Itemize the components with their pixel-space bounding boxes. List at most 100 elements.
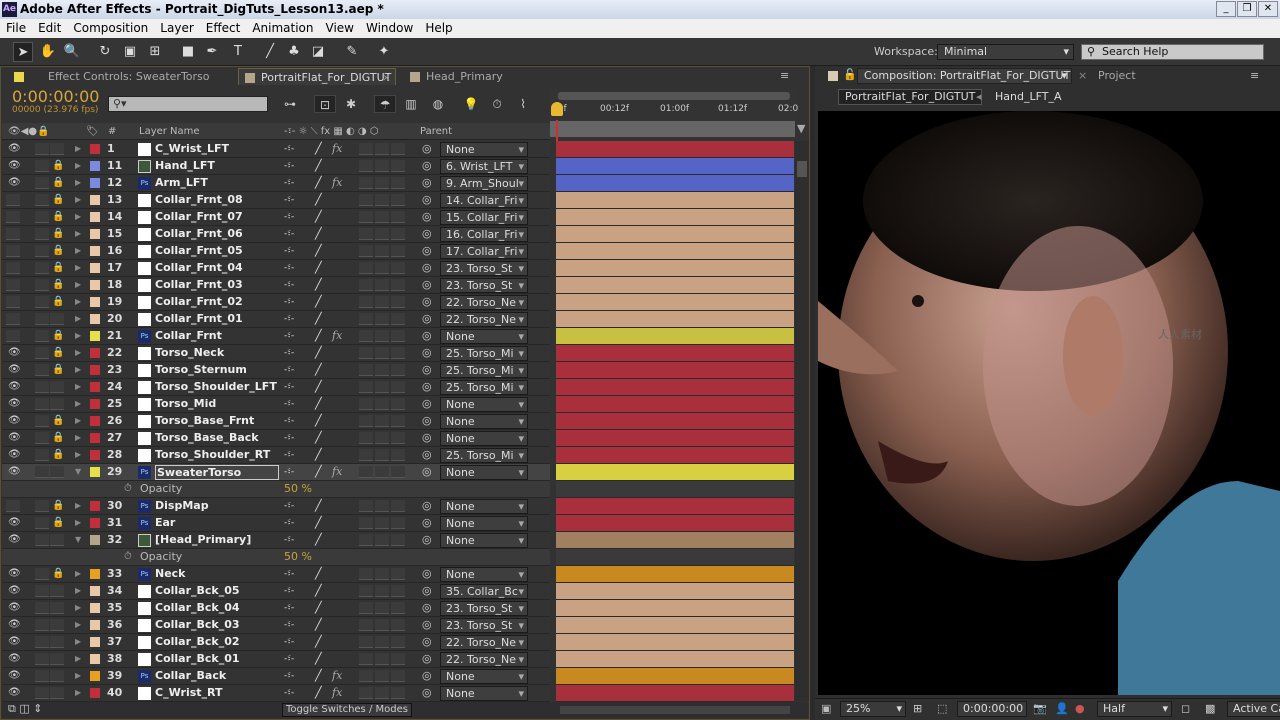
label-color[interactable] (90, 348, 100, 358)
switch-box[interactable] (391, 619, 405, 631)
layer-duration-bar[interactable] (556, 566, 794, 583)
solo-toggle[interactable] (35, 687, 49, 699)
shy-switch-icon[interactable]: -፣- (284, 566, 294, 582)
solo-toggle[interactable] (35, 262, 49, 274)
layer-row[interactable]: ▶ 20 Collar_Frnt_01 -፣- ╱ ◎ 22. Torso_Ne (2, 311, 550, 328)
eye-icon[interactable]: 👁 (8, 413, 22, 429)
layer-name[interactable]: Collar_Frnt_01 (155, 311, 279, 327)
lock-icon[interactable]: 🔒 (52, 430, 64, 446)
label-color[interactable] (90, 501, 100, 511)
parent-select[interactable]: 25. Torso_Mi (440, 380, 528, 395)
layer-name[interactable]: C_Wrist_LFT (155, 141, 279, 157)
parent-select[interactable]: 25. Torso_Mi (440, 346, 528, 361)
parent-select[interactable]: None (440, 465, 528, 480)
switch-box[interactable] (375, 330, 389, 342)
shy-switch-icon[interactable]: -፣- (284, 651, 294, 667)
layer-duration-bar[interactable] (556, 413, 794, 430)
lock-toggle[interactable] (50, 636, 64, 648)
tab-project[interactable]: Project (1090, 68, 1144, 84)
switch-box[interactable] (391, 398, 405, 410)
switch-box[interactable] (375, 568, 389, 580)
layer-row[interactable]: 👁 ▼ 29 Ps SweaterTorso -፣- ╱ fx ◎ None (2, 464, 550, 481)
layer-row[interactable]: 👁 ▶ 25 Torso_Mid -፣- ╱ ◎ None (2, 396, 550, 413)
quality-switch-icon[interactable]: ╱ (315, 294, 322, 310)
twirl-closed-icon[interactable]: ▶ (75, 668, 81, 684)
lock-icon[interactable]: 🔓 (843, 68, 857, 81)
comp-current-time[interactable]: 0:00:00:00 (957, 701, 1027, 717)
layer-duration-bar[interactable] (556, 447, 794, 464)
eye-icon[interactable]: 👁 (8, 430, 22, 446)
label-color[interactable] (90, 161, 100, 171)
pick-whip-icon[interactable]: ◎ (422, 158, 432, 174)
solo-toggle[interactable] (35, 398, 49, 410)
switch-box[interactable] (359, 262, 373, 274)
pick-whip-icon[interactable]: ◎ (422, 617, 432, 633)
pick-whip-icon[interactable]: ◎ (422, 209, 432, 225)
label-color[interactable] (90, 569, 100, 579)
shy-switch-icon[interactable]: -፣- (284, 328, 294, 344)
effect-switch-icon[interactable]: fx (332, 464, 342, 480)
layer-name[interactable]: Ear (155, 515, 279, 531)
pick-whip-icon[interactable]: ◎ (422, 379, 432, 395)
switch-box[interactable] (375, 466, 389, 478)
layer-name[interactable]: Collar_Back (155, 668, 279, 684)
switch-box[interactable] (359, 194, 373, 206)
switch-box[interactable] (391, 517, 405, 529)
layer-row[interactable]: 👁 🔒 ▶ 23 Torso_Sternum -፣- ╱ ◎ 25. Torso_Mi (2, 362, 550, 379)
layer-duration-bar[interactable] (556, 634, 794, 651)
camera-tool-icon[interactable]: ▣ (120, 42, 140, 62)
label-color[interactable] (90, 178, 100, 188)
eye-icon[interactable]: 👁 (8, 668, 22, 684)
tab-portraitflat[interactable]: PortraitFlat_For_DIGTUT × (238, 68, 396, 85)
layer-name[interactable]: Collar_Frnt (155, 328, 279, 344)
eye-icon[interactable]: 👁 (8, 532, 22, 548)
switch-box[interactable] (359, 160, 373, 172)
current-time-display[interactable]: 0:00:00:00 (12, 87, 99, 106)
layer-duration-bar[interactable] (556, 396, 794, 413)
layer-row[interactable]: 👁 🔒 ▶ 28 Torso_Shoulder_RT -፣- ╱ ◎ 25. Torso_Mi (2, 447, 550, 464)
lock-toggle[interactable] (50, 653, 64, 665)
switch-box[interactable] (359, 432, 373, 444)
layer-row[interactable]: 👁 ▶ 1 C_Wrist_LFT -፣- ╱ fx ◎ None (2, 141, 550, 158)
menu-help[interactable]: Help (419, 19, 458, 38)
timeline-scrollbar[interactable] (795, 141, 809, 701)
pick-whip-icon[interactable]: ◎ (422, 566, 432, 582)
lock-toggle[interactable] (50, 619, 64, 631)
switch-box[interactable] (359, 296, 373, 308)
shy-switch-icon[interactable]: -፣- (284, 447, 294, 463)
layer-row[interactable]: 🔒 ▶ 16 Collar_Frnt_05 -፣- ╱ ◎ 17. Collar_Fri (2, 243, 550, 260)
quality-switch-icon[interactable]: ╱ (315, 413, 322, 429)
layer-name[interactable]: Collar_Bck_04 (155, 600, 279, 616)
layer-row[interactable]: 🔒 ▶ 30 Ps DispMap -፣- ╱ ◎ None (2, 498, 550, 515)
pick-whip-icon[interactable]: ◎ (422, 328, 432, 344)
twirl-closed-icon[interactable]: ▶ (75, 634, 81, 650)
switch-box[interactable] (375, 194, 389, 206)
layer-row[interactable]: 👁 🔒 ▶ 11 Hand_LFT -፣- ╱ ◎ 6. Wrist_LFT (2, 158, 550, 175)
menu-view[interactable]: View (320, 19, 360, 38)
video-toggle[interactable] (6, 330, 20, 342)
switch-box[interactable] (359, 211, 373, 223)
layer-row[interactable]: 👁 ▶ 40 C_Wrist_RT -፣- ╱ fx ◎ None (2, 685, 550, 702)
twirl-closed-icon[interactable]: ▶ (75, 685, 81, 701)
close-tab-icon[interactable]: × (382, 69, 391, 86)
time-navigator[interactable] (558, 92, 790, 100)
switch-box[interactable] (359, 449, 373, 461)
shy-switch-icon[interactable]: -፣- (284, 600, 294, 616)
lock-icon[interactable]: 🔒 (52, 498, 64, 514)
column-layer-name[interactable]: Layer Name (139, 123, 200, 140)
layer-row[interactable]: 👁 🔒 ▶ 12 Ps Arm_LFT -፣- ╱ fx ◎ 9. Arm_Shoul (2, 175, 550, 192)
label-color[interactable] (90, 637, 100, 647)
switch-box[interactable] (375, 602, 389, 614)
region-of-interest-icon[interactable]: ◻ (1181, 702, 1190, 715)
effect-switch-icon[interactable]: fx (332, 685, 342, 701)
parent-select[interactable]: None (440, 669, 528, 684)
lock-icon[interactable]: 🔒 (52, 447, 64, 463)
lock-toggle[interactable] (50, 602, 64, 614)
eye-icon[interactable]: 👁 (8, 379, 22, 395)
switch-box[interactable] (391, 636, 405, 648)
layer-duration-bar[interactable] (556, 379, 794, 396)
camera-view-select[interactable]: Active Cam (1227, 701, 1280, 717)
eye-icon[interactable]: 👁 (8, 515, 22, 531)
tab-head-primary[interactable]: Head_Primary (404, 68, 534, 85)
eye-icon[interactable]: 👁 (8, 464, 22, 480)
